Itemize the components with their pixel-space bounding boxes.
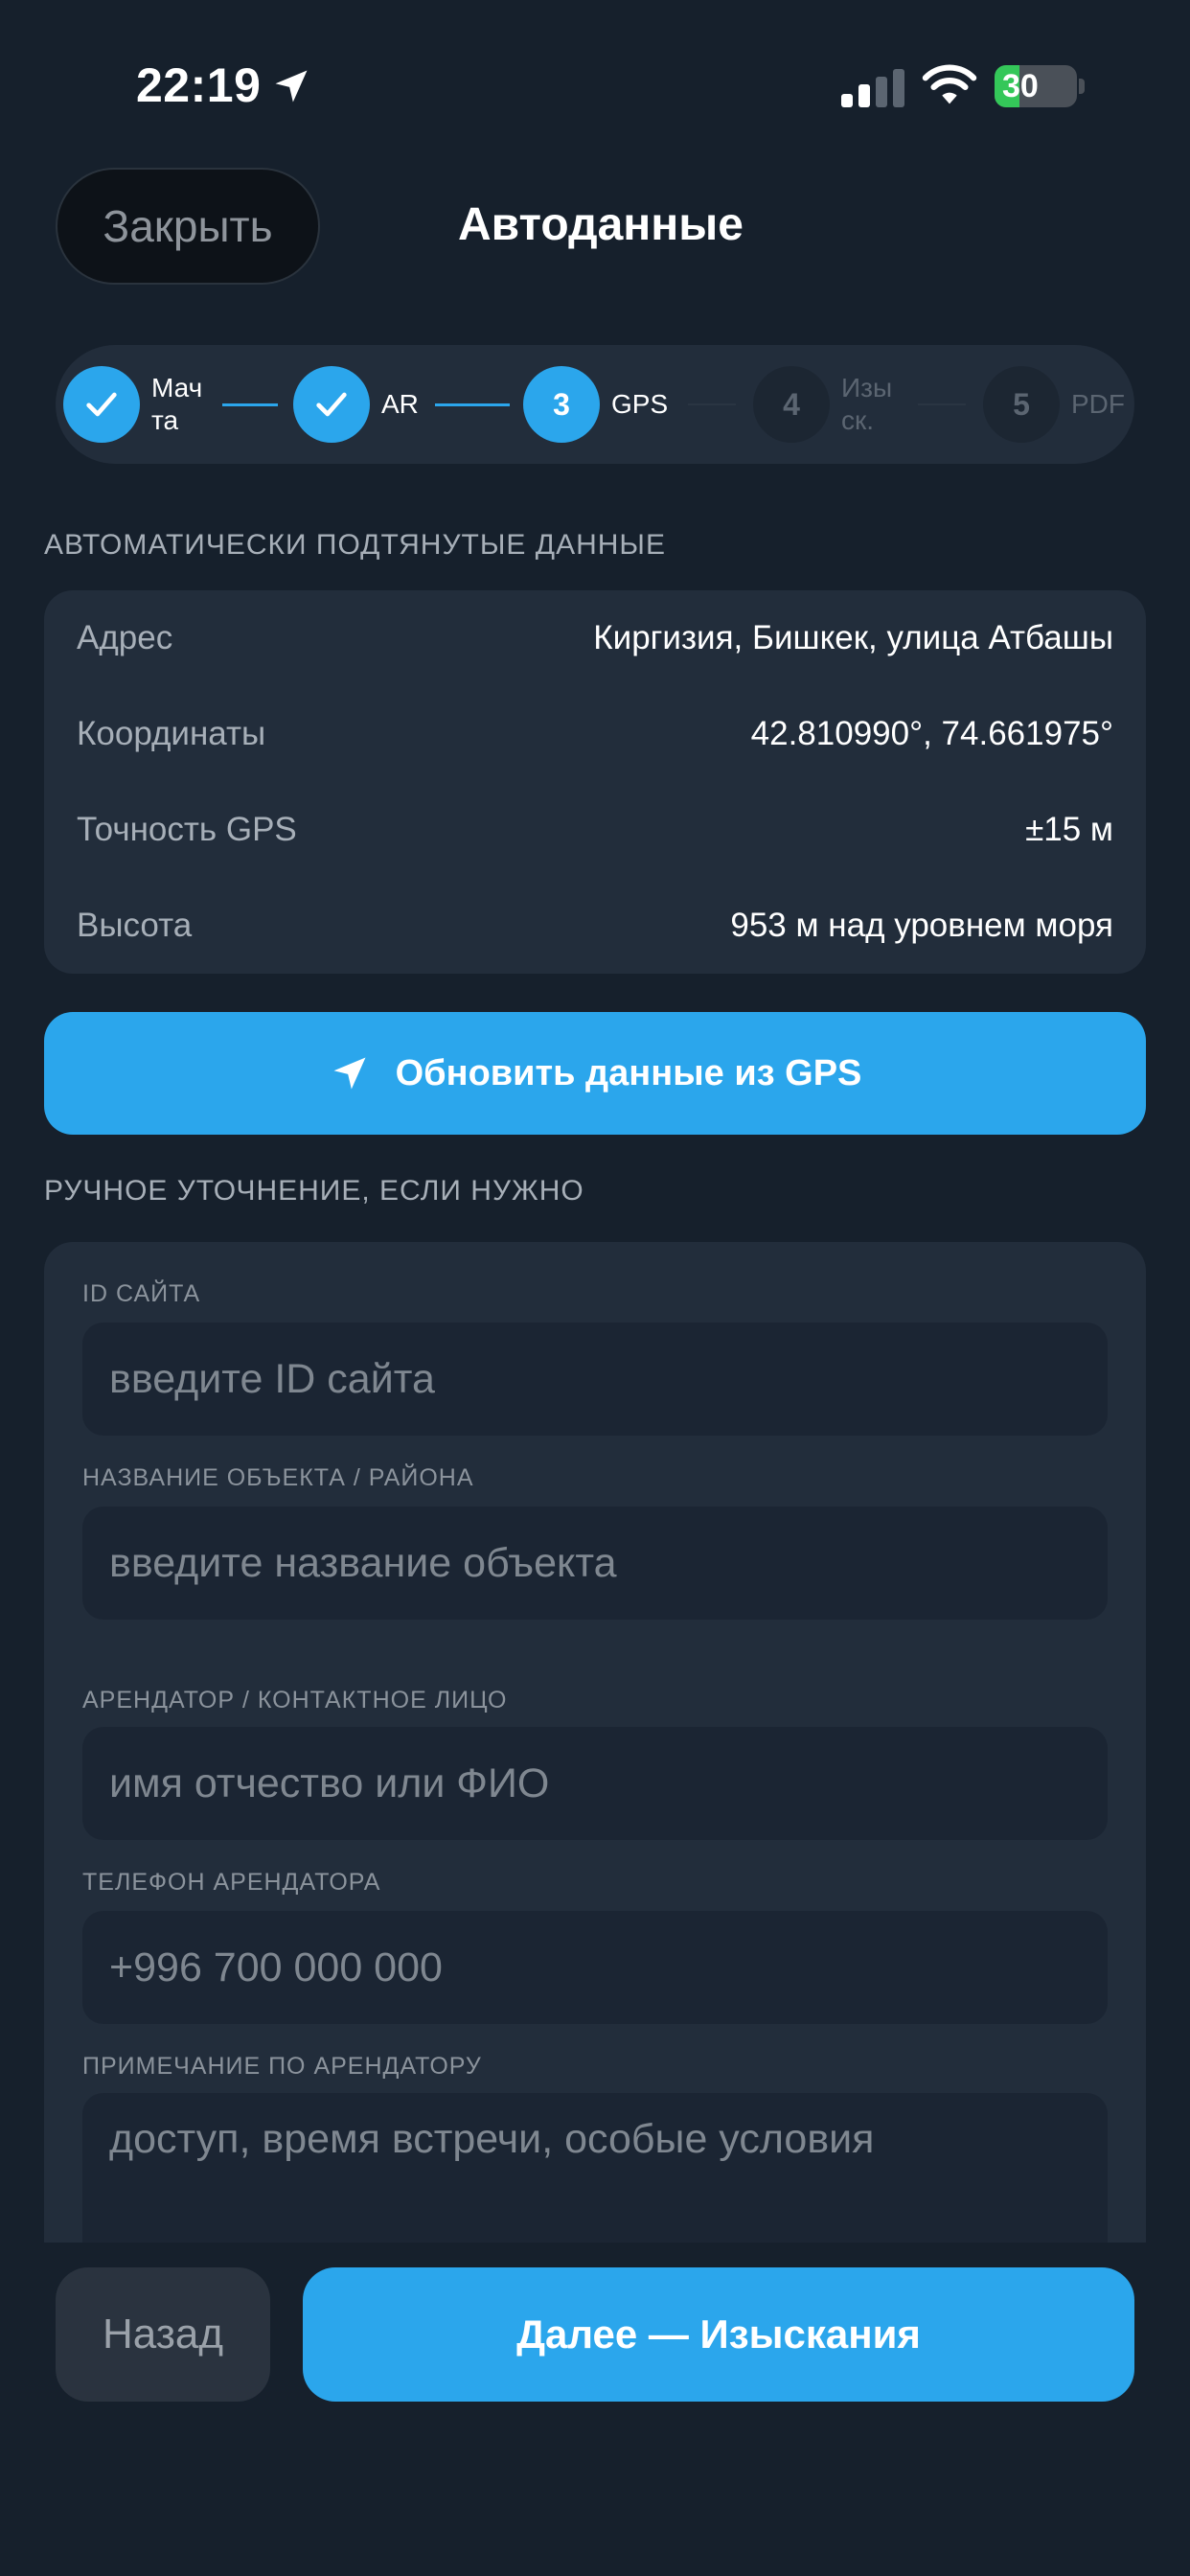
status-time: 22:19 [136,58,262,112]
manual-section-header: РУЧНОЕ УТОЧНЕНИЕ, ЕСЛИ НУЖНО [44,1175,584,1207]
gps-accuracy-label: Точность GPS [77,811,297,848]
step-2-label: AR [381,389,419,419]
auto-row-coordinates: Координаты 42.810990°, 74.661975° [77,705,1113,763]
tenant-phone-placeholder: +996 700 000 000 [109,1944,443,1990]
progress-stepper: Мач та AR 3 GPS 4 Изы ск. 5 PDF [56,345,1134,464]
step-4-label-line2: ск. [841,405,875,435]
tenant-note-label: ПРИМЕЧАНИЕ ПО АРЕНДАТОРУ [82,2053,482,2080]
auto-row-altitude: Высота 953 м над уровнем моря [77,897,1113,954]
step-1-label: Мач та [151,372,202,437]
location-arrow-icon [333,1057,366,1090]
step-3-label: GPS [611,389,669,419]
step-5-label: PDF [1071,389,1125,419]
altitude-value: 953 м над уровнем моря [730,907,1113,944]
object-name-input[interactable]: введите название объекта [82,1506,1108,1620]
tenant-note-placeholder: доступ, время встречи, особые условия [109,2116,875,2162]
object-name-placeholder: введите название объекта [109,1539,617,1586]
step-connector-4 [918,403,966,405]
battery-level: 30 [1002,68,1039,104]
auto-data-card: Адрес Киргизия, Бишкек, улица Атбашы Коо… [44,590,1146,974]
auto-row-address: Адрес Киргизия, Бишкек, улица Атбашы [77,610,1113,667]
altitude-label: Высота [77,907,193,944]
object-name-label: НАЗВАНИЕ ОБЪЕКТА / РАЙОНА [82,1464,474,1491]
close-button[interactable]: Закрыть [56,168,320,285]
battery-icon: 30 [995,65,1077,107]
back-button[interactable]: Назад [56,2267,270,2402]
step-connector-2 [435,403,510,406]
step-4-label: Изы ск. [841,372,892,437]
step-3-circle[interactable]: 3 [523,366,600,443]
address-label: Адрес [77,619,173,656]
step-2-circle[interactable] [293,366,370,443]
step-1-circle[interactable] [63,366,140,443]
auto-row-gps-accuracy: Точность GPS ±15 м [77,801,1113,859]
page-title: Автоданные [458,199,744,250]
step-5-circle[interactable]: 5 [983,366,1060,443]
tenant-contact-label: АРЕНДАТОР / КОНТАКТНОЕ ЛИЦО [82,1687,508,1714]
checkmark-icon [86,392,117,417]
tenant-contact-input[interactable]: имя отчество или ФИО [82,1727,1108,1840]
coordinates-label: Координаты [77,715,266,752]
step-connector-3 [688,403,736,405]
gps-accuracy-value: ±15 м [1025,811,1113,848]
site-id-input[interactable]: введите ID сайта [82,1322,1108,1436]
tenant-phone-label: ТЕЛЕФОН АРЕНДАТОРА [82,1869,381,1896]
step-1-label-line2: та [151,405,179,435]
step-1-label-line1: Мач [151,373,203,402]
step-connector-1 [222,403,278,406]
battery-cap [1079,79,1085,94]
wifi-icon [922,64,977,104]
checkmark-icon [316,392,347,417]
next-button[interactable]: Далее — Изыскания [303,2267,1134,2402]
coordinates-value: 42.810990°, 74.661975° [750,715,1113,752]
cellular-signal-icon [841,69,904,107]
tenant-contact-placeholder: имя отчество или ФИО [109,1760,550,1806]
auto-data-section-header: АВТОМАТИЧЕСКИ ПОДТЯНУТЫЕ ДАННЫЕ [44,529,666,561]
refresh-gps-button[interactable]: Обновить данные из GPS [44,1012,1146,1135]
bottom-action-bar: Назад Далее — Изыскания [0,2242,1190,2576]
address-value: Киргизия, Бишкек, улица Атбашы [593,619,1113,656]
step-4-label-line1: Изы [841,373,893,402]
location-arrow-icon [275,70,308,103]
step-4-circle[interactable]: 4 [753,366,830,443]
site-id-placeholder: введите ID сайта [109,1355,435,1402]
tenant-phone-input[interactable]: +996 700 000 000 [82,1911,1108,2024]
site-id-label: ID САЙТА [82,1280,201,1307]
status-bar: 22:19 30 [0,0,1190,172]
refresh-gps-label: Обновить данные из GPS [395,1052,862,1093]
